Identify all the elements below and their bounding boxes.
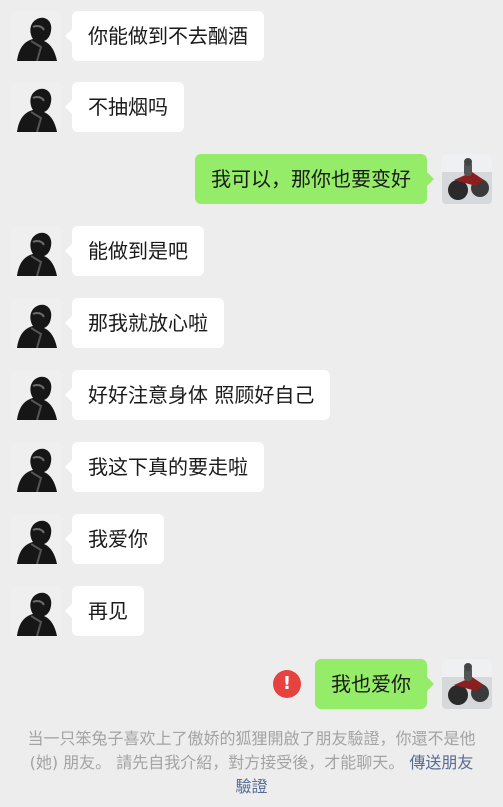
message-bubble[interactable]: 我这下真的要走啦 [65, 442, 264, 492]
message-bubble[interactable]: 再见 [65, 586, 144, 636]
contact-avatar[interactable] [11, 11, 61, 61]
message-bubble[interactable]: 我也爱你 [315, 659, 434, 709]
message-bubble[interactable]: 我爱你 [65, 514, 164, 564]
message-row: 好好注意身体 照顾好自己 [0, 370, 503, 430]
message-row: 能做到是吧 [0, 226, 503, 286]
message-bubble[interactable]: 我可以，那你也要变好 [195, 154, 434, 204]
chat-window: 你能做到不去酗酒 不抽烟吗 我可以，那你也要变好 能做到是吧 那我就放心啦 好好… [0, 0, 503, 807]
message-row: 那我就放心啦 [0, 298, 503, 358]
friend-verification-notice: 当一只笨兔子喜欢上了傲娇的狐狸開啟了朋友驗證，你還不是他 (她) 朋友。 請先自… [24, 727, 479, 799]
contact-avatar[interactable] [11, 370, 61, 420]
user-avatar[interactable] [442, 154, 492, 204]
message-bubble[interactable]: 好好注意身体 照顾好自己 [64, 370, 331, 420]
contact-avatar[interactable] [11, 514, 61, 564]
contact-avatar[interactable] [11, 442, 61, 492]
message-bubble[interactable]: 不抽烟吗 [65, 82, 184, 132]
message-bubble[interactable]: 你能做到不去酗酒 [65, 11, 264, 61]
exclamation-icon[interactable]: ! [273, 670, 301, 698]
message-row: 再见 [0, 586, 503, 646]
message-bubble[interactable]: 那我就放心啦 [65, 298, 224, 348]
contact-avatar[interactable] [11, 226, 61, 276]
message-row: 我可以，那你也要变好 [0, 154, 503, 214]
message-bubble[interactable]: 能做到是吧 [65, 226, 204, 276]
user-avatar[interactable] [442, 659, 492, 709]
contact-avatar[interactable] [11, 298, 61, 348]
contact-avatar[interactable] [11, 82, 61, 132]
message-row: 我这下真的要走啦 [0, 442, 503, 502]
contact-avatar[interactable] [11, 586, 61, 636]
message-row: ! 我也爱你 [0, 659, 503, 719]
message-row: 我爱你 [0, 514, 503, 574]
message-row: 你能做到不去酗酒 [0, 11, 503, 71]
message-row: 不抽烟吗 [0, 82, 503, 142]
